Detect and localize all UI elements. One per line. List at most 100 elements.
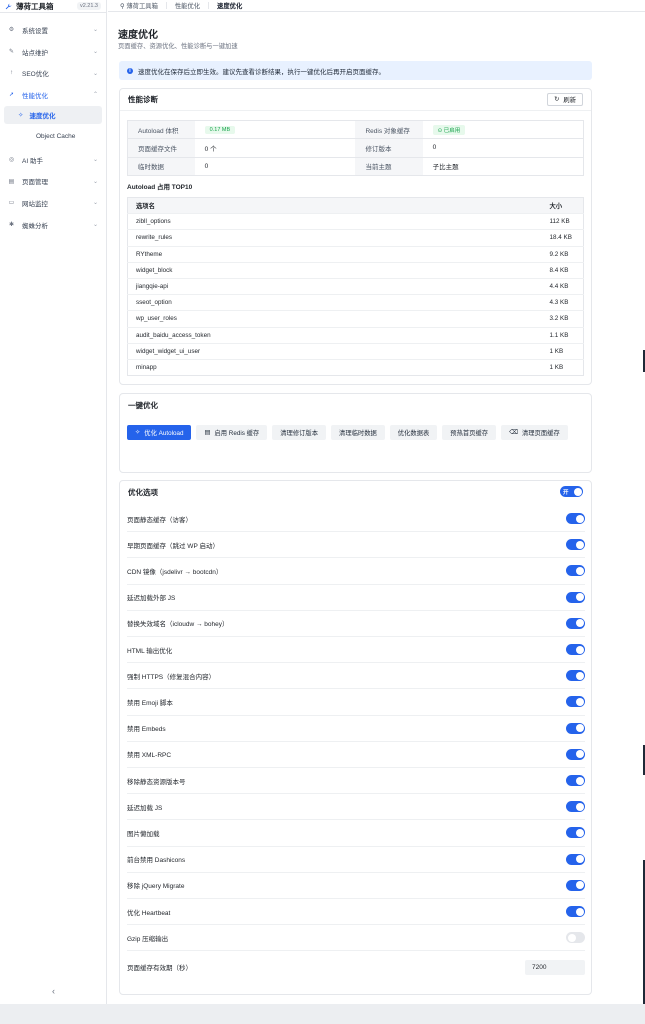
option-label: 早期页面缓存（跳过 WP 启动） [127,542,219,550]
option-label: HTML 输出优化 [127,647,173,655]
oneclick-button[interactable]: ⌫ 清理页面缓存 [501,425,568,440]
option-toggle[interactable] [566,565,585,577]
sidebar-subitem-speed[interactable]: ✧ 速度优化 [4,105,102,124]
option-name-cell: widget_widget_ui_user [127,342,542,360]
option-name-cell: audit_baidu_access_token [127,326,542,344]
option-toggle[interactable] [566,932,585,944]
diag-key: 临时数据 [127,156,195,176]
database-icon: ▤ [204,429,211,436]
option-toggle[interactable] [566,801,585,813]
button-label: 清理修订版本 [280,430,319,437]
option-toggle[interactable] [566,696,585,708]
sidebar-item-ai-assistant[interactable]: ◎ AI 助手 ⌄ [0,149,106,171]
oneclick-button[interactable]: 预热首页缓存 [442,425,497,440]
button-label: 优化数据表 [397,430,430,437]
options-card: 优化选项 开 页面静态缓存（访客） 早期页面缓存（跳过 WP 启动） CDN 镜像（… [119,480,592,995]
option-toggle[interactable] [566,853,585,865]
oneclick-button[interactable]: ✧ 优化 Autoload [127,425,192,440]
oneclick-button[interactable]: ▤ 启用 Redis 缓存 [196,425,268,440]
option-toggle[interactable] [566,617,585,629]
chevron-up-icon: ⌃ [92,92,98,99]
option-size-cell: 4.4 KB [541,277,584,295]
diag-value: 0 [194,156,356,176]
sidebar-item-spider-analysis[interactable]: ✱ 蜘蛛分析 ⌄ [0,214,106,236]
info-notice: i 速度优化在保存后立即生效。建议先查看诊断结果，执行一键优化后再开启页面缓存。 [119,61,592,80]
sidebar-item-site-monitor[interactable]: ▭ 网站监控 ⌄ [0,192,106,214]
option-toggle[interactable] [566,513,585,525]
master-toggle[interactable]: 开 [560,486,583,497]
diag-value: 0 个 [194,138,356,158]
option-row: Gzip 压缩输出 [127,925,585,952]
option-name-cell: rewrite_rules [127,229,542,247]
redis-status-badge: ⊙ 已启用 [432,124,466,135]
sidebar-item-system-settings[interactable]: ⚙ 系统设置 ⌄ [0,19,106,41]
oneclick-card: 一键优化 ✧ 优化 Autoload ▤ 启用 Redis 缓存 清理修订版本 清理临时数… [119,393,592,473]
option-row: 禁用 Embeds [127,716,585,742]
info-icon: i [127,67,133,74]
option-size-cell: 18.4 KB [541,229,584,247]
notice-text: 速度优化在保存后立即生效。建议先查看诊断结果，执行一键优化后再开启页面缓存。 [138,68,385,76]
autoload-top10-table: 选项名 大小 zibll_options 112 KB rewrite_rules 1… [127,197,584,377]
option-row: 禁用 XML-RPC [127,742,585,768]
option-toggle[interactable] [566,670,585,682]
button-label: 启用 Redis 缓存 [214,430,260,437]
cache-ttl-label: 页面缓存有效期（秒） [127,965,192,972]
refresh-button[interactable]: ↻ 刷新 [547,93,583,106]
option-toggle[interactable] [566,644,585,656]
sidebar-item-seo[interactable]: ↑ SEO优化 ⌄ [0,62,106,84]
page-subtitle: 页面缓存、资源优化、性能诊断与一键加速 [118,43,238,50]
sidebar-subitem-object-cache[interactable]: Object Cache [4,124,102,149]
cache-ttl-row: 页面缓存有效期（秒） 7200 [127,955,585,979]
main-content: 速度优化 页面缓存、资源优化、性能诊断与一键加速 i 速度优化在保存后立即生效。… [108,13,593,1004]
diag-value: 子比主题 [422,156,584,176]
option-toggle[interactable] [566,539,585,551]
table-row: widget_block 8.4 KB [127,261,584,279]
option-toggle[interactable] [566,879,585,891]
sidebar-item-site-maintenance[interactable]: ✎ 站点维护 ⌄ [0,41,106,63]
oneclick-button[interactable]: 优化数据表 [389,425,438,440]
table-row: jiangqie-api 4.4 KB [127,277,584,295]
option-toggle[interactable] [566,591,585,603]
sidebar: 薄荷工具箱 v2.21.3 ⚙ 系统设置 ⌄ ✎ 站点维护 ⌄ ↑ SEO优化 … [0,0,107,1004]
option-name-cell: zibll_options [127,213,542,230]
diag-key: Autoload 体积 [127,120,195,139]
diag-value: 0 [422,138,584,158]
table-row: audit_baidu_access_token 1.1 KB [127,326,584,344]
app-root: 薄荷工具箱 v2.21.3 ⚙ 系统设置 ⌄ ✎ 站点维护 ⌄ ↑ SEO优化 … [0,0,645,1024]
button-label: 预热首页缓存 [450,430,489,437]
chevron-down-icon: ⌄ [92,157,98,164]
option-row: 页面静态缓存（访客） [127,506,585,533]
sidebar-item-page-management[interactable]: ▤ 页面管理 ⌄ [0,170,106,192]
sidebar-item-label: 性能优化 [22,92,48,100]
arrow-up-icon: ↑ [10,70,13,77]
chevron-down-icon: ⌄ [92,200,98,207]
sidebar-item-label: 蜘蛛分析 [22,222,48,230]
oneclick-button[interactable]: 清理临时数据 [331,425,385,440]
option-name-cell: RYtheme [127,245,542,263]
page-title: 速度优化 [118,30,158,41]
option-label: 延迟加载 JS [127,804,163,812]
monitor-icon: ▭ [8,200,15,207]
option-toggle[interactable] [566,906,585,918]
collapse-sidebar-button[interactable]: ‹ [0,986,107,996]
table-row: wp_user_roles 3.2 KB [127,310,584,327]
option-label: 优化 Heartbeat [127,909,171,917]
breadcrumb: ⚲ 薄荷工具箱 性能优化 速度优化 [108,0,645,12]
autoload-size-badge: 0.17 MB [204,125,236,134]
option-toggle[interactable] [566,748,585,760]
option-toggle[interactable] [566,775,585,787]
top10-title: Autoload 占用 TOP10 [127,184,193,191]
column-header-option-name: 选项名 [127,197,542,214]
option-size-cell: 3.2 KB [541,310,584,327]
sidebar-item-performance[interactable]: ➚ 性能优化 ⌃ [0,84,106,106]
option-toggle[interactable] [566,722,585,734]
breadcrumb-item[interactable]: ⚲ 薄荷工具箱 [120,1,158,10]
oneclick-button[interactable]: 清理修订版本 [272,425,327,440]
chevron-down-icon: ⌄ [92,27,98,34]
option-toggle[interactable] [566,827,585,839]
option-size-cell: 1 KB [541,358,584,376]
option-row: 早期页面缓存（跳过 WP 启动） [127,532,585,559]
table-row: Autoload 体积 0.17 MB Redis 对象缓存 ⊙ 已启用 [127,120,584,139]
cache-ttl-input[interactable]: 7200 [525,959,585,975]
breadcrumb-item[interactable]: 性能优化 [175,1,200,10]
